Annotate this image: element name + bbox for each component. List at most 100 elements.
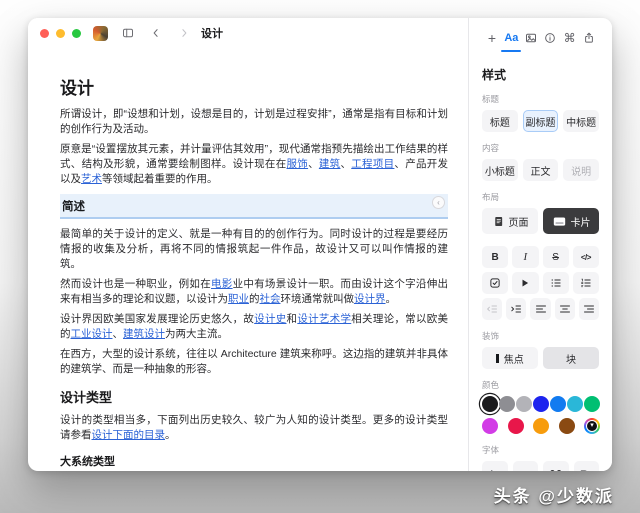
button-label: 块 [566, 354, 576, 366]
format-bold[interactable]: B [482, 246, 509, 268]
text-segment: 、 [340, 158, 352, 170]
layout-card[interactable]: 卡片 [543, 208, 599, 234]
text-segment: 、 [308, 158, 319, 170]
doc-link[interactable]: 电影 [211, 278, 233, 290]
color-swatch[interactable] [584, 396, 600, 412]
style-caption[interactable]: 说明 [563, 159, 600, 181]
doc-link[interactable]: 设计艺术学 [297, 313, 351, 325]
color-swatch[interactable] [499, 396, 515, 412]
doc-paragraph: 在西方，大型的设计系统，往往以 Architecture 建筑来称呼。这边指的建… [60, 347, 448, 377]
format-outdent[interactable] [482, 298, 503, 320]
color-swatch[interactable] [516, 396, 532, 412]
media-tab[interactable] [522, 28, 540, 48]
back-icon[interactable] [146, 23, 166, 43]
color-swatch[interactable] [567, 396, 583, 412]
decoration-section-label: 装饰 [482, 331, 500, 341]
doc-link[interactable]: 工业设计 [71, 328, 113, 340]
shortcuts-tab[interactable]: ⌘ [561, 28, 579, 48]
desktop-background: 设计 + 设计 所谓设计，即“设想和计划，设想是目的，计划是过程安排”，通常是指… [0, 0, 640, 513]
doc-link[interactable]: 艺术 [81, 173, 102, 185]
style-tab[interactable]: Aa [501, 28, 522, 52]
doc-link[interactable]: 建筑设计 [123, 328, 165, 340]
heading-style-row: 标题 副标题 中标题 [482, 110, 600, 132]
doc-paragraph: 设计界因欧美国家发展理论历史悠久，故设计史和设计艺术学相关理论，常以欧美的工业设… [60, 312, 448, 342]
text-segment: 所谓设计，即“设想和计划，设想是目的，计划是过程安排”，通常是指有目标和计划的创… [60, 108, 448, 135]
layout-page[interactable]: 页面 [482, 208, 538, 234]
button-icon [496, 353, 500, 363]
close-button[interactable] [40, 28, 49, 38]
text-segment: 环境通常就叫做 [280, 293, 355, 305]
button-label: 正文 [530, 166, 551, 178]
format-row [482, 272, 599, 294]
color-swatch[interactable] [533, 396, 549, 412]
color-swatch[interactable] [550, 396, 566, 412]
share-tab[interactable] [580, 28, 598, 48]
doc-link[interactable]: 设计史 [254, 313, 286, 325]
format-code[interactable]: </> [572, 246, 599, 268]
button-icon [492, 215, 505, 228]
app-window: 设计 + 设计 所谓设计，即“设想和计划，设想是目的，计划是过程安排”，通常是指… [28, 18, 612, 471]
format-toggle[interactable] [512, 272, 539, 294]
forward-icon[interactable] [174, 23, 194, 43]
doc-link[interactable]: 设计界 [354, 293, 386, 305]
text-segment: 为两大主流。 [165, 328, 228, 340]
collapse-toggle-icon[interactable]: ‹ [432, 196, 445, 209]
style-heading[interactable]: 中标题 [563, 110, 600, 132]
format-numbered-list[interactable] [572, 272, 599, 294]
font-serif[interactable]: SsSerif [512, 461, 538, 471]
doc-link[interactable]: 服饰 [287, 158, 309, 170]
document-area: 设计 所谓设计，即“设想和计划，设想是目的，计划是过程安排”，通常是指有目标和计… [28, 48, 468, 471]
chevron-down-icon: ▾ [586, 420, 598, 432]
format-italic[interactable]: I [512, 246, 539, 268]
font-system[interactable]: AaSystem [482, 461, 508, 471]
format-row: B I S </> [482, 246, 599, 268]
font-mono[interactable]: 00Mono [543, 461, 569, 471]
style-body[interactable]: 正文 [522, 159, 559, 181]
layout-section-label: 布局 [482, 192, 500, 202]
highlighted-heading: 简述 ‹ [60, 194, 448, 219]
text-segment: 。 [385, 293, 397, 305]
window-title: 设计 [201, 28, 223, 40]
doc-link[interactable]: 设计下面的目录 [92, 429, 166, 441]
font-label: 00 [549, 468, 562, 471]
font-label: Aa [488, 469, 501, 472]
text-segment: 设计界因欧美国家发展理论历史悠久，故 [60, 313, 255, 325]
format-strikethrough[interactable]: S [542, 246, 569, 268]
doc-link[interactable]: 社会 [260, 293, 281, 305]
color-swatch[interactable] [507, 418, 524, 434]
color-swatch[interactable] [482, 418, 498, 434]
format-bullet-list[interactable] [542, 272, 569, 294]
panel-tabs: + Aa ⌘ [482, 18, 599, 52]
button-label: 说明 [571, 166, 592, 178]
color-swatch[interactable] [558, 418, 575, 434]
text-segment: 。 [165, 429, 176, 441]
format-indent[interactable] [506, 298, 527, 320]
minimize-button[interactable] [56, 28, 65, 38]
text-segment: 最简单的关于设计的定义、就是一种有目的的创作行为。同时设计的过程是要经历情报的收… [60, 228, 448, 270]
doc-paragraph: 然而设计也是一种职业，例如在电影业中有场景设计一职。而由设计这个字沿伸出来有相当… [60, 277, 448, 307]
style-subtitle[interactable]: 副标题 [522, 110, 559, 132]
button-label: 焦点 [503, 354, 524, 366]
format-checkbox[interactable] [482, 272, 509, 294]
format-align-left[interactable] [530, 298, 551, 320]
add-block-tab[interactable]: + [483, 28, 501, 48]
heading-section-label: 标题 [482, 94, 500, 104]
color-swatch[interactable] [482, 396, 498, 412]
custom-color-swatch[interactable]: ▾ [584, 418, 600, 434]
sidebar-toggle-icon[interactable] [118, 23, 138, 43]
doc-subsection-heading: 大系统类型 [60, 456, 115, 468]
doc-link[interactable]: 职业 [228, 293, 249, 305]
doc-link[interactable]: 工程项目 [351, 158, 394, 170]
info-tab[interactable] [541, 28, 559, 48]
font-round[interactable]: RrRound [573, 461, 599, 471]
color-swatch[interactable] [533, 418, 549, 434]
style-subheading[interactable]: 小标题 [482, 159, 518, 181]
format-align-right[interactable] [578, 298, 600, 320]
doc-link[interactable]: 建筑 [319, 158, 341, 170]
decoration-focus[interactable]: 焦点 [482, 347, 538, 369]
format-align-center[interactable] [554, 298, 575, 320]
style-title[interactable]: 标题 [482, 110, 518, 132]
decoration-block[interactable]: 块 [543, 347, 599, 369]
doc-paragraph: 所谓设计，即“设想和计划，设想是目的，计划是过程安排”，通常是指有目标和计划的创… [60, 107, 448, 137]
zoom-button[interactable] [72, 28, 81, 38]
